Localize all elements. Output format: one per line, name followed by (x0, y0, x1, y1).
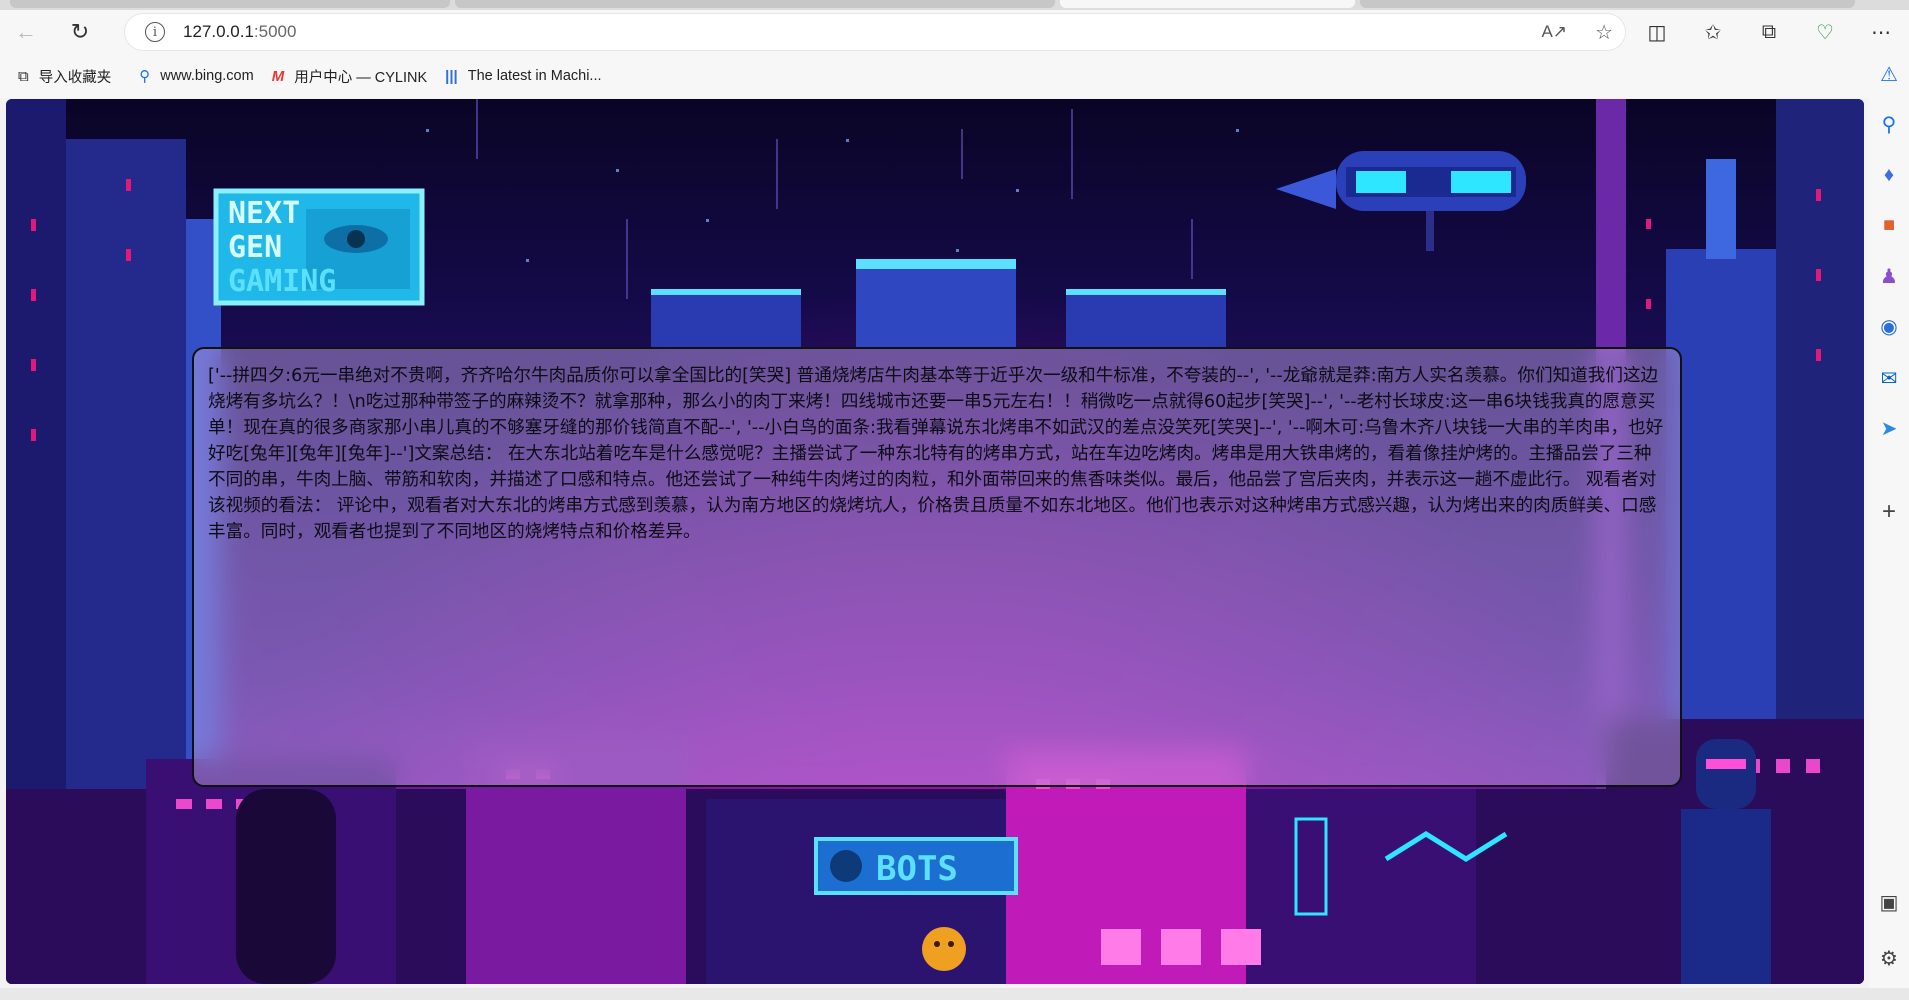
tab-active[interactable] (1060, 0, 1355, 8)
arrow-left-icon: ← (15, 19, 37, 44)
office-icon[interactable]: ◉ (1869, 314, 1909, 339)
site-info-icon[interactable]: i (145, 22, 165, 42)
bookmark-label: www.bing.com (160, 68, 254, 84)
url-text: 127.0.0.1:5000 (183, 22, 296, 42)
refresh-icon: ↻ (70, 19, 90, 44)
screenshot-icon[interactable]: ▣ (1869, 890, 1909, 915)
games-icon[interactable]: ♟ (1869, 264, 1909, 289)
bots-sign: BOTS (876, 849, 958, 889)
browser-toolbar: ← ↻ i 127.0.0.1:5000 A↗ ☆ ◫ ✩ ⧉ ♡ ⋯ (0, 10, 1909, 54)
tab[interactable] (10, 0, 450, 8)
bookmark-label: 用户中心 — CYLINK (294, 69, 428, 86)
bookmark-label: 导入收藏夹 (38, 69, 112, 86)
bookmark-import-favorites[interactable]: ⧉ 导入收藏夹 (18, 66, 111, 87)
tab[interactable] (455, 0, 1055, 8)
cylink-logo-icon: M (271, 67, 285, 85)
bookmark-label: The latest in Machi... (467, 68, 602, 84)
add-sidebar-app-icon[interactable]: + (1869, 498, 1909, 526)
back-button[interactable]: ← (8, 14, 44, 50)
more-menu-icon[interactable]: ⋯ (1853, 20, 1909, 45)
paperswithcode-icon: ||| (445, 67, 458, 85)
tab-strip (0, 0, 1909, 10)
bookmark-machine-learning[interactable]: ||| The latest in Machi... (445, 68, 601, 85)
bookmark-cylink[interactable]: M 用户中心 — CYLINK (272, 66, 427, 87)
url-host: 127.0.0.1 (183, 22, 254, 41)
browser-essentials-icon[interactable]: ♡ (1797, 20, 1853, 45)
drop-send-icon[interactable]: ➤ (1869, 416, 1909, 441)
outlook-icon[interactable]: ✉ (1869, 366, 1909, 391)
edge-sidebar: ⚠ ⚲ ♦ ■ ♟ ◉ ✉ ➤ + ▣ ⚙ (1869, 54, 1909, 1000)
import-favorites-icon: ⧉ (18, 67, 29, 85)
logo-line: GAMING (228, 264, 336, 299)
page-viewport: NEXT GEN GAMING BOTS ['--拼四夕:6元一串绝对不贵啊，齐… (6, 99, 1864, 984)
url-port: :5000 (253, 22, 297, 41)
settings-gear-icon[interactable]: ⚙ (1869, 946, 1909, 971)
search-icon[interactable]: ⚲ (1869, 112, 1909, 137)
tab[interactable] (1360, 0, 1855, 8)
favorite-star-icon[interactable]: ☆ (1595, 20, 1613, 45)
notification-bell-icon[interactable]: ⚠ (1869, 62, 1909, 87)
result-text: ['--拼四夕:6元一串绝对不贵啊，齐齐哈尔牛肉品质你可以拿全国比的[笑哭] 普… (208, 366, 1664, 542)
logo-line: NEXT (228, 196, 300, 231)
bing-search-icon: ⚲ (139, 68, 151, 85)
bookmarks-bar: ⧉ 导入收藏夹 ⚲ www.bing.com M 用户中心 — CYLINK |… (0, 54, 1909, 98)
address-bar[interactable]: i 127.0.0.1:5000 A↗ ☆ (125, 14, 1625, 50)
read-aloud-icon[interactable]: A↗ (1541, 22, 1567, 42)
favorites-list-icon[interactable]: ✩ (1685, 20, 1741, 45)
taskbar-edge (0, 988, 1909, 1000)
refresh-button[interactable]: ↻ (62, 14, 98, 50)
logo-line: GEN (228, 230, 282, 265)
bookmark-bing[interactable]: ⚲ www.bing.com (139, 67, 253, 85)
shopping-tag-icon[interactable]: ♦ (1869, 164, 1909, 187)
result-panel: ['--拼四夕:6元一串绝对不贵啊，齐齐哈尔牛肉品质你可以拿全国比的[笑哭] 普… (192, 347, 1682, 787)
split-screen-icon[interactable]: ◫ (1629, 20, 1685, 45)
tools-briefcase-icon[interactable]: ■ (1869, 214, 1909, 237)
collections-icon[interactable]: ⧉ (1741, 21, 1797, 44)
